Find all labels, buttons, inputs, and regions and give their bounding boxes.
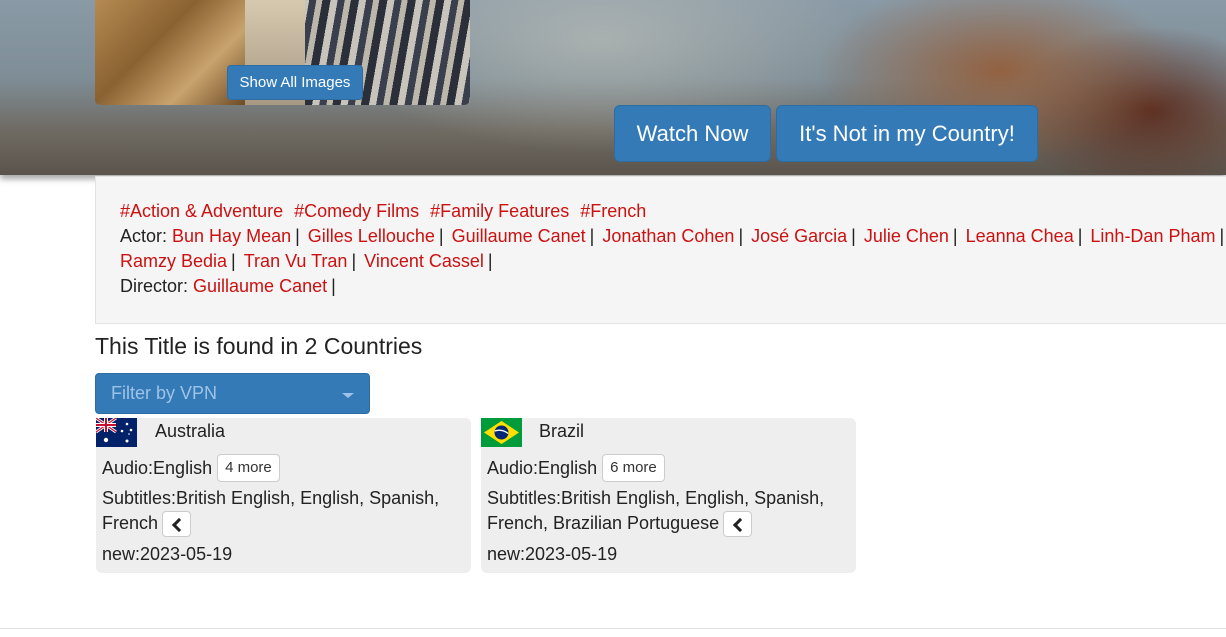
footer-divider [0,628,1226,629]
separator: | [231,251,236,271]
actor-link[interactable]: Bun Hay Mean [172,226,291,246]
actor-link[interactable]: Guillaume Canet [452,226,586,246]
subtitles-row: Subtitles:British English, English, Span… [487,486,837,538]
genre-tag[interactable]: #French [580,201,646,221]
actor-link[interactable]: Ramzy Bedia [120,251,227,271]
chevron-left-icon[interactable] [162,511,192,538]
separator: | [351,251,357,271]
country-card-brazil: Brazil Audio:English 6 more Subtitles:Br… [481,418,856,573]
director-label: Director: [120,276,189,296]
watch-now-button[interactable]: Watch Now [614,105,771,162]
actor-link[interactable]: Vincent Cassel [364,251,484,271]
actor-link[interactable]: Linh-Dan Pham [1090,226,1215,246]
separator: | [952,226,958,246]
separator: | [589,226,595,246]
directors-line: Director: Guillaume Canet | [120,274,1226,299]
chevron-left-icon[interactable] [723,511,753,538]
separator: | [438,226,444,246]
subtitles-row: Subtitles:British English, English, Span… [102,486,452,538]
not-in-my-country-button[interactable]: It's Not in my Country! [776,105,1038,162]
country-name: Australia [155,421,226,441]
separator: | [1077,226,1083,246]
filter-by-vpn-dropdown[interactable]: Filter by VPN [95,373,370,414]
filter-placeholder: Filter by VPN [111,383,218,403]
show-all-images-button[interactable]: Show All Images [227,65,363,100]
new-date: new:2023-05-19 [487,544,618,564]
separator: | [851,226,856,246]
actor-link[interactable]: Leanna Chea [966,226,1074,246]
audio-more-button[interactable]: 6 more [602,454,665,482]
countries-heading: This Title is found in 2 Countries [95,333,423,359]
actors-line-2: Ramzy Bedia | Tran Vu Tran | Vincent Cassel | [120,249,1226,274]
country-name: Brazil [539,421,585,441]
audio-label: Audio:English [102,457,213,478]
subtitles-text: Subtitles:British English, English, Span… [102,488,440,533]
separator: | [487,251,493,271]
director-link[interactable]: Guillaume Canet [193,276,327,296]
audio-row: Audio:English 6 more [487,454,665,482]
caret-down-icon [342,393,354,398]
brazil-flag-icon [481,418,522,447]
actor-link[interactable]: José Garcia [751,226,847,246]
separator: | [295,226,300,246]
audio-row: Audio:English 4 more [102,454,280,482]
genre-tags: #Action & Adventure #Comedy Films #Famil… [120,199,1226,224]
actor-link[interactable]: Tran Vu Tran [244,251,348,271]
genre-tag[interactable]: #Family Features [430,201,569,221]
subtitles-text: Subtitles:British English, English, Span… [487,488,825,533]
separator: | [1219,226,1225,246]
country-card-australia: Australia Audio:English 4 more Subtitles… [96,418,471,573]
australia-flag-icon [96,418,137,447]
genre-tag[interactable]: #Action & Adventure [120,201,283,221]
actor-label: Actor: [120,226,168,246]
separator: | [331,276,336,296]
audio-label: Audio:English [487,457,598,478]
genre-tag[interactable]: #Comedy Films [294,201,419,221]
title-info-panel: #Action & Adventure #Comedy Films #Famil… [95,176,1226,324]
poster-figure-left [95,0,245,105]
new-date: new:2023-05-19 [102,544,233,564]
actor-link[interactable]: Jonathan Cohen [602,226,734,246]
audio-more-button[interactable]: 4 more [217,454,280,482]
separator: | [738,226,744,246]
actor-link[interactable]: Gilles Lellouche [308,226,435,246]
actor-link[interactable]: Julie Chen [864,226,949,246]
actors-line-1: Actor: Bun Hay Mean | Gilles Lellouche | Gui… [120,224,1226,249]
